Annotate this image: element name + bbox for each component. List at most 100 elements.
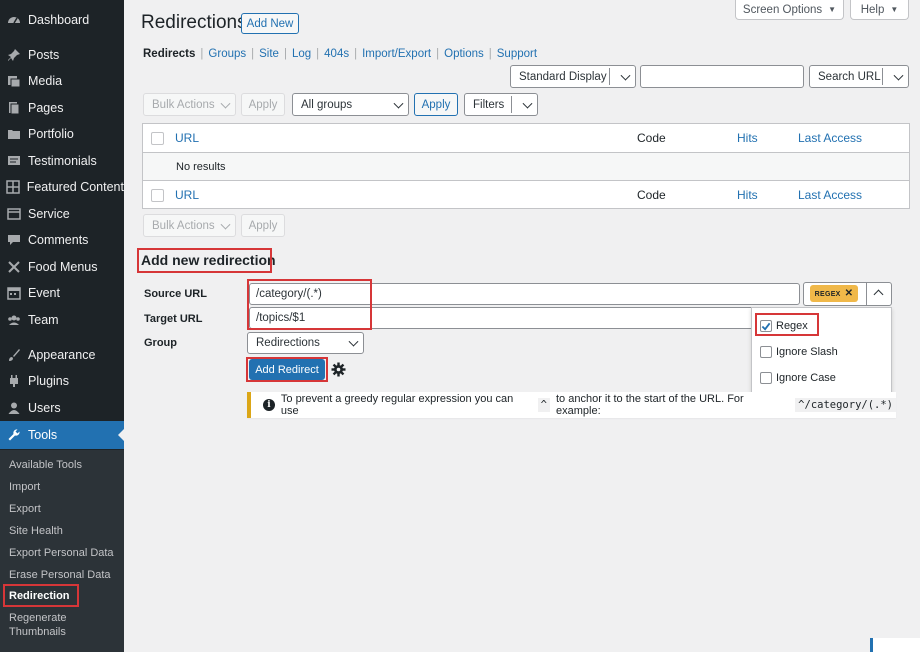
comment-icon [0,233,28,247]
subnav-support[interactable]: Support [497,48,537,60]
option-regex-label: Regex [776,320,808,332]
filters-select[interactable]: Filters [464,93,538,116]
regex-badge[interactable]: Regex ✕ [810,285,858,302]
subnav-import-export[interactable]: Import/Export [362,48,431,60]
admin-sidebar: Dashboard Posts Media Pages Portfolio Te… [0,0,124,652]
select-all-checkbox-footer[interactable] [151,189,164,202]
chevron-down-icon [220,98,231,109]
group-select[interactable]: Redirections [247,332,364,354]
select-all-checkbox[interactable] [151,132,164,145]
submenu-import[interactable]: Import [9,480,40,494]
search-type-select[interactable]: Search URL [809,65,909,88]
table-footer-row: URL Code Hits Last Access [143,181,909,209]
option-ignore-case-label: Ignore Case [776,372,836,384]
option-ignore-slash[interactable]: Ignore Slash [760,346,838,358]
chevron-down-icon [220,219,231,230]
menu-pages[interactable]: Pages [0,94,124,122]
menu-comments[interactable]: Comments [0,226,124,254]
ignore-slash-checkbox[interactable] [760,346,772,358]
info-icon: i [263,399,275,411]
menu-food-menus[interactable]: Food Menus [0,253,124,281]
group-label: Group [144,337,177,349]
apply-button[interactable]: Apply [241,93,285,116]
gear-icon[interactable] [331,362,346,377]
chevron-up-icon [873,289,884,300]
submenu-regenerate-thumbnails[interactable]: Regenerate Thumbnails [9,611,67,639]
column-last-access-footer[interactable]: Last Access [798,188,862,202]
close-icon[interactable]: ✕ [845,288,854,299]
option-regex[interactable]: Regex [760,320,808,332]
column-url[interactable]: URL [175,131,199,145]
menu-featured-content[interactable]: Featured Content [0,173,124,201]
menu-team[interactable]: Team [0,306,124,334]
food-icon [0,260,28,274]
submenu-site-health[interactable]: Site Health [9,524,63,538]
submenu-export-personal-data[interactable]: Export Personal Data [9,546,114,560]
redirection-subnav: Redirects | Groups | Site | Log | 404s | Impo… [143,48,538,60]
caret-down-icon: ▼ [890,5,899,14]
notice-text-2: to anchor it to the start of the URL. Fo… [556,393,744,417]
regex-notice: i To prevent a greedy regular expression… [247,392,896,418]
screen-options-button[interactable]: Screen Options ▼ [735,0,844,20]
menu-posts[interactable]: Posts [0,41,124,69]
search-input[interactable] [640,65,804,88]
target-url-input[interactable]: /topics/$1 [249,307,800,329]
display-select[interactable]: Standard Display [510,65,636,88]
filters-value: Filters [473,98,505,111]
source-url-input[interactable]: /category/(.*) [249,283,800,305]
bulk-actions-select[interactable]: Bulk Actions [143,93,236,116]
submenu-available-tools[interactable]: Available Tools [9,458,82,472]
notice-code-2: ^/category/(.*) [795,398,896,412]
apply-group-button[interactable]: Apply [414,93,458,116]
subnav-groups[interactable]: Groups [208,48,246,60]
group-select-value: Redirections [256,337,320,349]
column-hits-footer[interactable]: Hits [737,188,758,202]
notice-text-1: To prevent a greedy regular expression y… [280,393,514,417]
subnav-site[interactable]: Site [259,48,279,60]
checkmark-icon [761,322,771,331]
display-select-value: Standard Display [519,70,607,83]
submenu-export[interactable]: Export [9,502,41,516]
regex-badge-label: Regex [814,288,841,299]
menu-appearance[interactable]: Appearance [0,341,124,369]
menu-users[interactable]: Users [0,394,124,422]
dashboard-icon [0,13,28,27]
bulk-actions-value: Bulk Actions [152,98,215,111]
group-filter-select[interactable]: All groups [292,93,409,116]
apply-button-bottom[interactable]: Apply [241,214,285,237]
portfolio-icon [0,127,28,141]
submenu-redirection[interactable]: Redirection [9,589,70,603]
column-code: Code [637,131,666,145]
menu-media[interactable]: Media [0,67,124,95]
submenu-erase-personal-data[interactable]: Erase Personal Data [9,568,111,582]
regex-checkbox[interactable] [760,320,772,332]
help-button[interactable]: Help ▼ [850,0,909,20]
bulk-actions-select-bottom[interactable]: Bulk Actions [143,214,236,237]
ignore-case-checkbox[interactable] [760,372,772,384]
screen-options-label: Screen Options [742,3,823,16]
column-url-footer[interactable]: URL [175,188,199,202]
column-last-access[interactable]: Last Access [798,131,862,145]
subnav-redirects[interactable]: Redirects [143,48,195,60]
help-label: Help [860,3,885,16]
add-redirect-button[interactable]: Add Redirect [249,359,325,380]
pin-icon [0,48,28,62]
menu-event[interactable]: Event [0,279,124,307]
user-icon [0,401,28,415]
subnav-404s[interactable]: 404s [324,48,349,60]
corner-widget [870,638,920,652]
menu-plugins[interactable]: Plugins [0,367,124,395]
subnav-log[interactable]: Log [292,48,311,60]
menu-service[interactable]: Service [0,200,124,228]
menu-portfolio[interactable]: Portfolio [0,120,124,148]
table-row: No results [143,152,909,181]
column-code-footer: Code [637,188,666,202]
add-new-button[interactable]: Add New [241,13,299,34]
option-ignore-case[interactable]: Ignore Case [760,372,836,384]
column-hits[interactable]: Hits [737,131,758,145]
subnav-options[interactable]: Options [444,48,484,60]
menu-testimonials[interactable]: Testimonials [0,147,124,175]
menu-dashboard[interactable]: Dashboard [0,6,124,34]
source-url-label: Source URL [144,288,207,300]
menu-tools[interactable]: Tools [0,421,124,449]
